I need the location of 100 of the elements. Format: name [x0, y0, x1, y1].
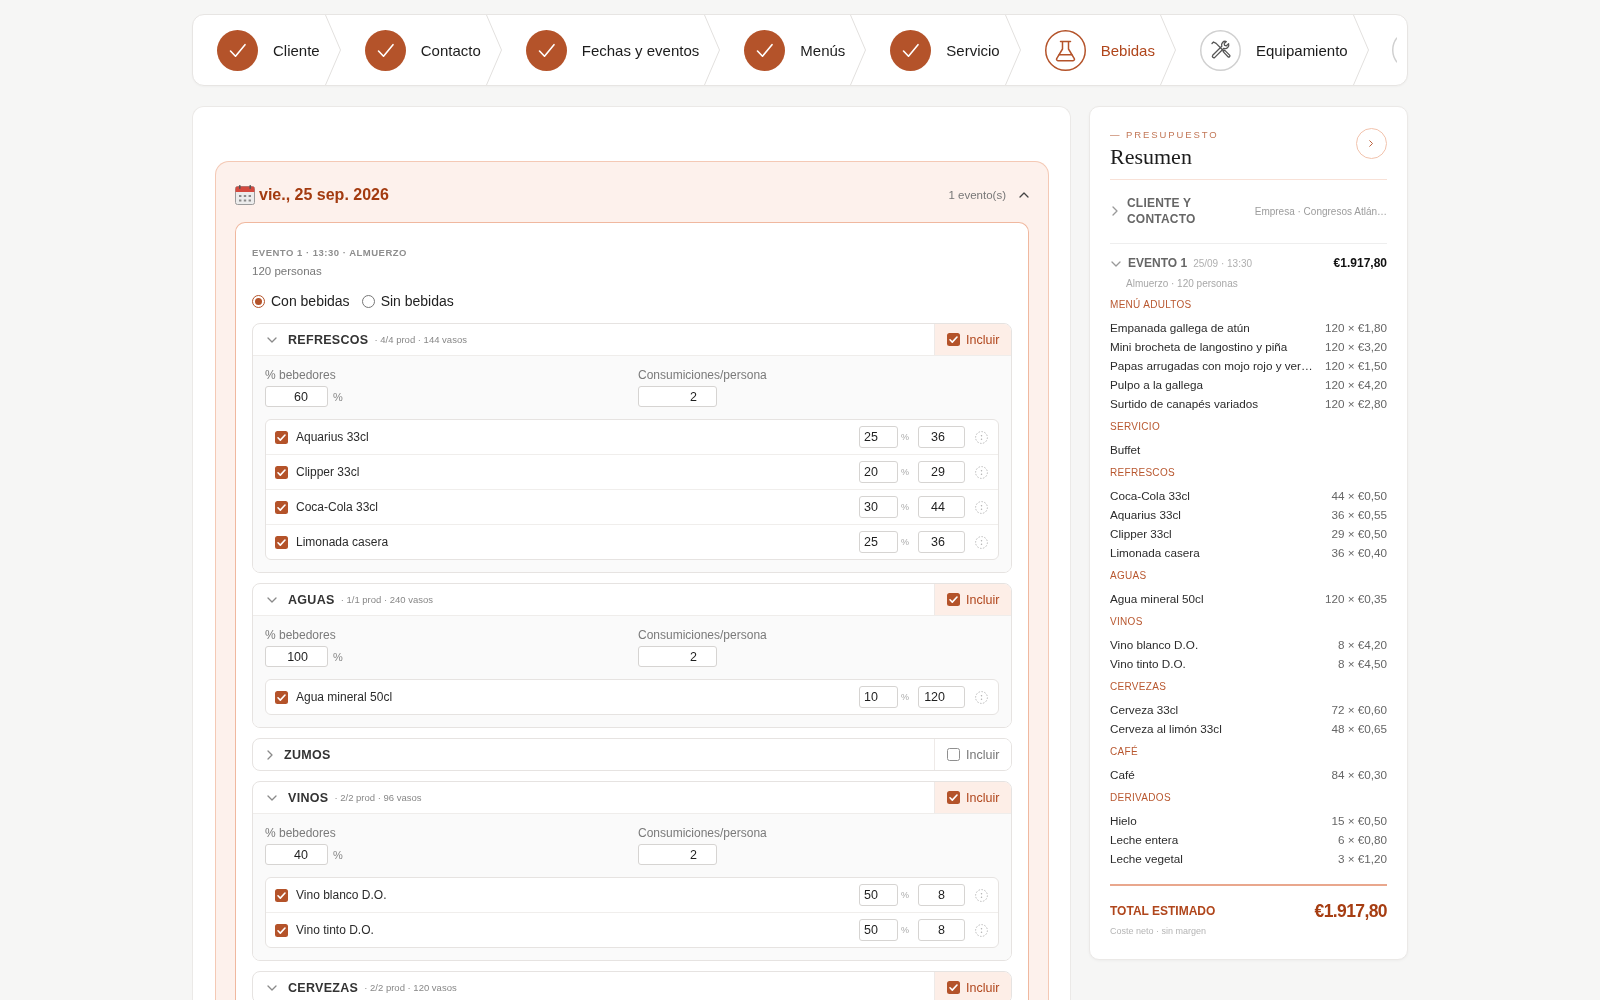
- event-time: 25/09 · 13:30: [1193, 257, 1253, 271]
- checkbox[interactable]: [275, 888, 288, 902]
- checkbox[interactable]: [947, 333, 960, 346]
- checkbox[interactable]: [275, 500, 288, 514]
- checkbox[interactable]: [275, 430, 288, 444]
- chevron-right-icon[interactable]: [1112, 206, 1118, 216]
- wizard-step[interactable]: Equipamiento: [1199, 29, 1348, 71]
- wizard-step[interactable]: Bebidas: [1044, 29, 1155, 71]
- quantity-input[interactable]: 36: [918, 531, 965, 553]
- line-item-amount: 36 × €0,40: [1330, 545, 1387, 561]
- checkbox[interactable]: [275, 690, 288, 704]
- chevron-up-icon[interactable]: [1019, 192, 1029, 198]
- line-item-name: Vino tinto D.O.: [1110, 656, 1186, 672]
- category-heading: MENÚ ADULTOS: [1110, 298, 1192, 312]
- line-item-name: Cerveza 33cl: [1110, 702, 1179, 718]
- quantity-input[interactable]: 120: [918, 686, 965, 708]
- chevron-right-icon[interactable]: [267, 749, 273, 760]
- quantity-input[interactable]: 8: [918, 884, 965, 906]
- checkbox[interactable]: [275, 535, 288, 549]
- checkbox[interactable]: [947, 593, 960, 606]
- include-toggle[interactable]: Incluir: [934, 324, 1011, 355]
- checkbox[interactable]: [947, 791, 960, 804]
- category-title: VINOS: [288, 790, 329, 805]
- radio-button[interactable]: [361, 294, 375, 308]
- number-input[interactable]: 2: [638, 386, 717, 407]
- category-title: CERVEZAS: [288, 980, 359, 995]
- flask-icon: [1044, 29, 1086, 71]
- category-meta: · 1/1 prod · 240 vasos: [340, 594, 434, 605]
- wizard-step[interactable]: Menús: [744, 29, 846, 71]
- tools-icon: [1199, 29, 1241, 71]
- chevron-down-icon[interactable]: [267, 984, 277, 991]
- wizard-step[interactable]: Servicio: [890, 29, 1000, 71]
- dotted-circle-icon[interactable]: [975, 690, 988, 704]
- line-item-name: Leche entera: [1110, 832, 1179, 848]
- chevron-down-icon[interactable]: [267, 596, 277, 603]
- summary-title: Resumen: [1110, 144, 1192, 170]
- include-toggle[interactable]: Incluir: [934, 584, 1011, 615]
- chevron-down-icon[interactable]: [267, 336, 277, 343]
- unit-label: %: [901, 692, 909, 702]
- line-item-name: Surtido de canapés variados: [1110, 396, 1259, 412]
- dotted-circle-icon[interactable]: [975, 888, 988, 902]
- share-input[interactable]: 10: [859, 686, 898, 708]
- category-meta: · 2/2 prod · 96 vasos: [334, 792, 422, 803]
- radio-option[interactable]: Con bebidas: [252, 292, 350, 310]
- checkbox[interactable]: [275, 923, 288, 937]
- radio-button[interactable]: [252, 294, 265, 308]
- field-label: Consumiciones/persona: [638, 368, 767, 383]
- day-date: vie., 25 sep. 2026: [259, 186, 389, 204]
- number-input[interactable]: 100: [265, 646, 328, 667]
- line-item-name: Empanada gallega de atún: [1110, 320, 1250, 336]
- category-heading: SERVICIO: [1110, 420, 1160, 434]
- line-item-amount: 8 × €4,50: [1336, 656, 1387, 672]
- checkbox[interactable]: [947, 748, 960, 761]
- wizard-step[interactable]: Cliente: [217, 29, 320, 71]
- product-name: Agua mineral 50cl: [296, 690, 393, 704]
- line-item-amount: 120 × €1,80: [1323, 320, 1387, 336]
- share-input[interactable]: 50: [859, 884, 898, 906]
- share-input[interactable]: 30: [859, 496, 898, 518]
- quantity-input[interactable]: 44: [918, 496, 965, 518]
- checkbox[interactable]: [947, 981, 960, 994]
- line-item-name: Limonada casera: [1110, 545, 1200, 561]
- unit-label: %: [901, 925, 909, 935]
- unit-label: %: [333, 650, 343, 663]
- checkbox[interactable]: [275, 465, 288, 479]
- number-input[interactable]: 60: [265, 386, 328, 407]
- dotted-circle-icon[interactable]: [975, 500, 988, 514]
- dotted-circle-icon[interactable]: [975, 430, 988, 444]
- number-input[interactable]: 2: [638, 844, 717, 865]
- share-input[interactable]: 25: [859, 426, 898, 448]
- line-item-amount: 120 × €4,20: [1323, 377, 1387, 393]
- chevron-down-icon[interactable]: [1111, 260, 1121, 267]
- field-label: % bebedores: [265, 368, 336, 383]
- line-item-amount: 8 × €4,20: [1336, 637, 1387, 653]
- line-item-name: Agua mineral 50cl: [1110, 591, 1204, 607]
- product-name: Limonada casera: [296, 535, 389, 549]
- wizard-step[interactable]: Fechas y eventos: [525, 29, 700, 71]
- line-item-amount: 29 × €0,50: [1330, 526, 1387, 542]
- wizard-step[interactable]: Contacto: [364, 29, 481, 71]
- unit-label: %: [901, 467, 909, 477]
- category-title: ZUMOS: [284, 747, 331, 762]
- include-toggle[interactable]: Incluir: [934, 972, 1011, 1000]
- include-toggle[interactable]: Incluir: [934, 782, 1011, 813]
- radio-option[interactable]: Sin bebidas: [361, 292, 454, 310]
- share-input[interactable]: 20: [859, 461, 898, 483]
- quantity-input[interactable]: 8: [918, 919, 965, 941]
- quantity-input[interactable]: 29: [918, 461, 965, 483]
- quantity-input[interactable]: 36: [918, 426, 965, 448]
- include-toggle[interactable]: Incluir: [934, 739, 1011, 770]
- chevron-down-icon[interactable]: [267, 794, 277, 801]
- dotted-circle-icon[interactable]: [975, 465, 988, 479]
- line-item-name: Papas arrugadas con mojo rojo y ver…: [1110, 358, 1313, 374]
- dotted-circle-icon[interactable]: [975, 535, 988, 549]
- line-item-amount: 3 × €1,20: [1336, 851, 1387, 867]
- section-label: CLIENTE Y CONTACTO: [1127, 195, 1197, 227]
- section-eyebrow: — PRESUPUESTO: [1110, 128, 1219, 141]
- share-input[interactable]: 50: [859, 919, 898, 941]
- share-input[interactable]: 25: [859, 531, 898, 553]
- number-input[interactable]: 40: [265, 844, 328, 865]
- dotted-circle-icon[interactable]: [975, 923, 988, 937]
- number-input[interactable]: 2: [638, 646, 717, 667]
